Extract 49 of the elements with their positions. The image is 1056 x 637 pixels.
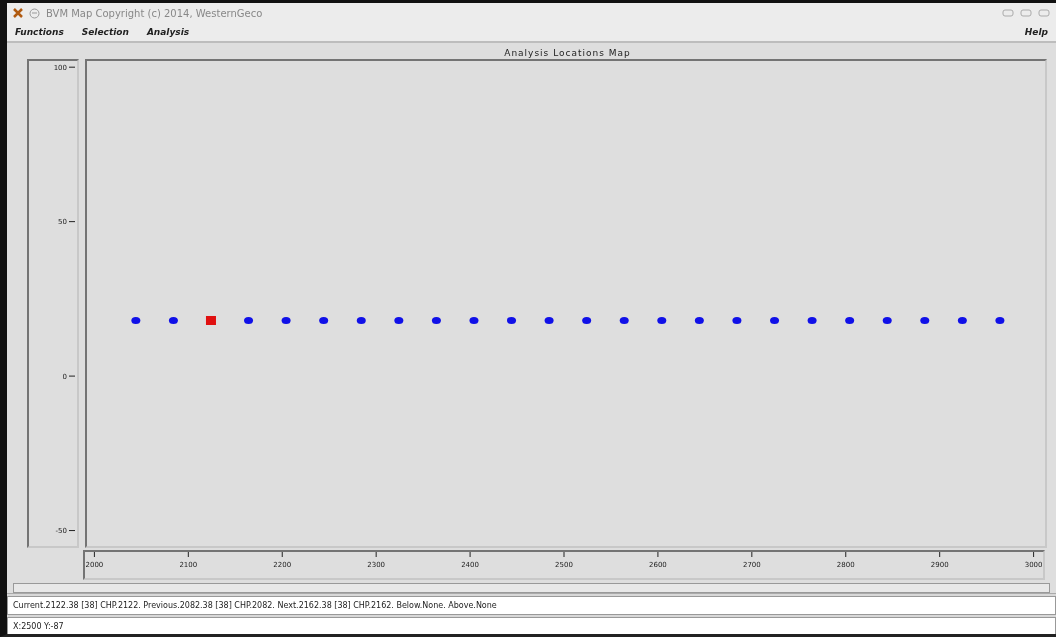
y-tick [68, 221, 76, 223]
location-point[interactable] [507, 317, 517, 324]
location-point[interactable] [394, 317, 404, 324]
location-point[interactable] [168, 317, 178, 324]
location-point[interactable] [694, 317, 704, 324]
location-point[interactable] [845, 317, 855, 324]
location-point[interactable] [319, 317, 329, 324]
status-message: Current.2122.38 [38] CHP.2122. Previous.2082.38 [38] CHP.2082. Next.2162.38 [38] CHP.2162. Below.None. Above.None [7, 596, 1056, 615]
location-point[interactable] [619, 317, 629, 324]
y-tick [68, 66, 76, 68]
location-point[interactable] [770, 317, 779, 324]
location-point[interactable] [431, 317, 441, 324]
location-point[interactable] [732, 317, 742, 324]
current-location-marker[interactable] [206, 316, 216, 325]
x-tick [939, 551, 941, 558]
location-point[interactable] [281, 317, 291, 324]
menu-item[interactable]: Selection [81, 27, 129, 37]
location-point[interactable] [356, 317, 366, 324]
x-tick [281, 551, 283, 558]
location-point[interactable] [657, 317, 667, 324]
location-point[interactable] [582, 317, 592, 324]
x-tick [187, 551, 189, 558]
x-tick [845, 551, 847, 558]
menu-item[interactable]: Functions [15, 27, 64, 37]
location-point[interactable] [807, 317, 817, 324]
x-tick [93, 551, 95, 558]
location-point[interactable] [882, 317, 892, 324]
coordinates-field: X:2500 Y:-87 [7, 617, 1056, 634]
location-point[interactable] [244, 317, 254, 324]
location-point[interactable] [544, 317, 554, 324]
x-tick [469, 551, 471, 558]
location-point[interactable] [469, 317, 479, 324]
location-point[interactable] [920, 317, 930, 324]
x-tick [751, 551, 753, 558]
menu-item[interactable]: Analysis [146, 27, 190, 37]
x-tick [657, 551, 659, 558]
x-tick [1033, 551, 1035, 558]
location-point[interactable] [131, 317, 141, 324]
x-tick [375, 551, 377, 558]
horizontal-scrollbar[interactable] [13, 583, 1050, 593]
help-menu[interactable]: Help [1024, 27, 1048, 37]
location-point[interactable] [957, 317, 967, 324]
location-point[interactable] [995, 317, 1005, 324]
window-title: BVM Map Copyright (c) 2014, WesternGeco [46, 7, 263, 19]
chart-title: Analysis Locations Map [503, 47, 632, 59]
x-tick [563, 551, 565, 558]
app-icon [13, 8, 23, 18]
y-tick [68, 530, 76, 532]
y-tick [68, 375, 76, 377]
